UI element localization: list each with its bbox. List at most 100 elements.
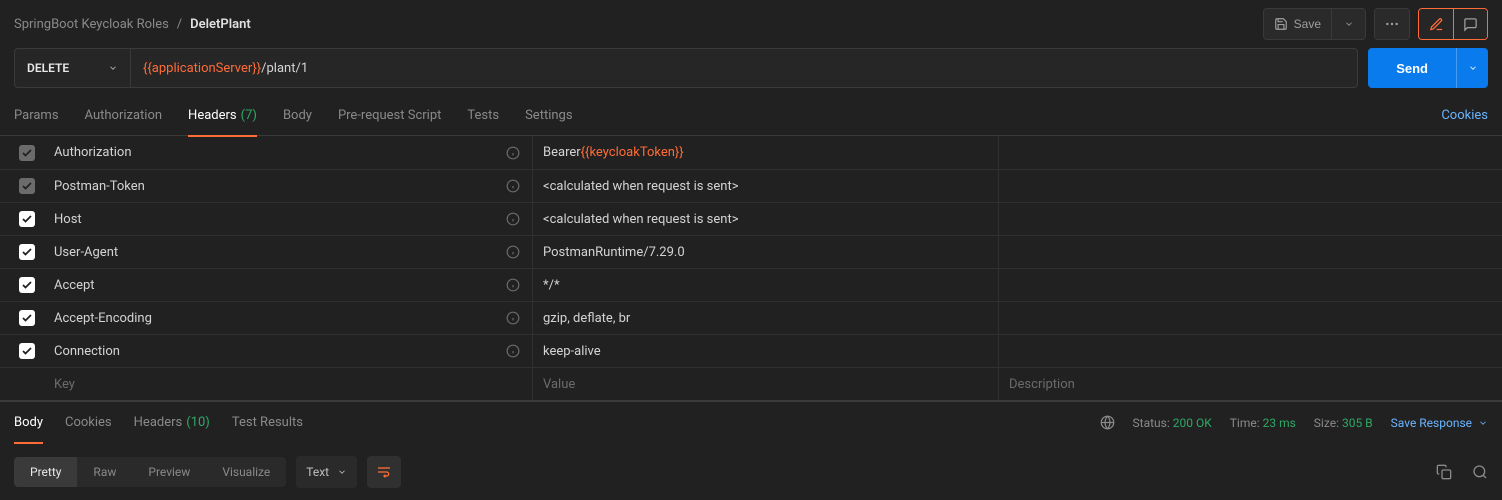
view-preview[interactable]: Preview (132, 457, 206, 487)
tab-params[interactable]: Params (14, 96, 59, 136)
save-response-button[interactable]: Save Response (1391, 416, 1488, 430)
header-value[interactable]: Bearer {{keycloakToken}} (532, 136, 998, 169)
row-checkbox[interactable] (19, 178, 35, 194)
resp-tab-headers-label: Headers (134, 415, 183, 430)
row-checkbox[interactable] (19, 244, 35, 260)
copy-button[interactable] (1436, 464, 1452, 480)
header-key[interactable]: Authorization (54, 145, 506, 160)
comments-button[interactable] (1453, 9, 1487, 39)
row-checkbox[interactable] (19, 211, 35, 227)
tab-authorization[interactable]: Authorization (85, 96, 163, 136)
header-key[interactable]: Connection (54, 344, 506, 359)
header-info-icon[interactable] (506, 179, 532, 193)
header-key[interactable]: Accept-Encoding (54, 311, 506, 326)
row-checkbox-cell (0, 178, 54, 194)
chevron-down-icon (337, 467, 347, 477)
header-value-prefix: Bearer (543, 145, 581, 160)
resp-tab-cookies[interactable]: Cookies (65, 402, 112, 444)
language-select[interactable]: Text (296, 456, 357, 488)
url-input[interactable]: {{applicationServer}}/plant/1 (131, 49, 1357, 87)
globe-icon[interactable] (1100, 415, 1115, 430)
request-tabs-row: Params Authorization Headers (7) Body Pr… (0, 96, 1502, 136)
row-checkbox-cell (0, 211, 54, 227)
tab-body[interactable]: Body (283, 96, 312, 136)
more-actions-button[interactable] (1375, 9, 1409, 39)
view-visualize[interactable]: Visualize (206, 457, 286, 487)
response-meta: Status: 200 OK Time: 23 ms Size: 305 B S… (1100, 415, 1488, 430)
send-group: Send (1368, 48, 1488, 88)
header-info-icon[interactable] (506, 245, 532, 259)
tab-tests[interactable]: Tests (467, 96, 499, 136)
header-key[interactable]: Host (54, 212, 506, 227)
resp-tab-test-results[interactable]: Test Results (232, 402, 303, 444)
header-key[interactable]: User-Agent (54, 245, 506, 260)
send-caret-button[interactable] (1456, 48, 1488, 88)
size-field: Size: 305 B (1314, 416, 1373, 430)
save-caret-button[interactable] (1331, 9, 1365, 39)
tab-headers[interactable]: Headers (7) (188, 96, 257, 136)
header-description[interactable] (998, 136, 1502, 169)
header-info-icon[interactable] (506, 278, 532, 292)
row-checkbox[interactable] (19, 145, 35, 161)
header-description[interactable] (998, 302, 1502, 334)
top-actions: Save (1263, 8, 1488, 40)
header-info-icon[interactable] (506, 146, 532, 160)
search-button[interactable] (1472, 464, 1488, 480)
right-tool-group (1418, 8, 1488, 40)
row-checkbox-cell (0, 145, 54, 161)
resp-tab-body[interactable]: Body (14, 402, 43, 444)
send-button[interactable]: Send (1368, 48, 1456, 88)
placeholder-value[interactable]: Value (532, 368, 998, 400)
row-checkbox[interactable] (19, 310, 35, 326)
header-description[interactable] (998, 203, 1502, 235)
tab-prerequest[interactable]: Pre-request Script (338, 96, 441, 136)
placeholder-key[interactable]: Key (54, 377, 506, 392)
resp-tab-headers-count: (10) (186, 415, 210, 430)
placeholder-description[interactable]: Description (998, 368, 1502, 400)
header-description[interactable] (998, 335, 1502, 367)
header-info-icon[interactable] (506, 344, 532, 358)
resp-tab-headers[interactable]: Headers (10) (134, 402, 210, 444)
header-description[interactable] (998, 170, 1502, 202)
comment-icon (1463, 17, 1478, 32)
chevron-down-icon (108, 63, 118, 73)
header-value[interactable]: PostmanRuntime/7.29.0 (532, 236, 998, 268)
row-checkbox[interactable] (19, 277, 35, 293)
method-value: DELETE (27, 61, 69, 75)
wrap-lines-button[interactable] (367, 456, 401, 488)
header-info-icon[interactable] (506, 311, 532, 325)
method-select[interactable]: DELETE (15, 49, 131, 87)
row-checkbox[interactable] (19, 343, 35, 359)
wrap-icon (376, 464, 392, 480)
header-key[interactable]: Accept (54, 278, 506, 293)
header-key[interactable]: Postman-Token (54, 179, 506, 194)
table-row-placeholder[interactable]: Key Value Description (0, 367, 1502, 400)
header-description[interactable] (998, 269, 1502, 301)
dots-horizontal-icon (1384, 16, 1400, 32)
header-description[interactable] (998, 236, 1502, 268)
header-value[interactable]: <calculated when request is sent> (532, 170, 998, 202)
view-left: Pretty Raw Preview Visualize Text (14, 456, 401, 488)
save-label: Save (1294, 17, 1321, 31)
header-info-icon[interactable] (506, 212, 532, 226)
save-button-group: Save (1263, 8, 1366, 40)
row-checkbox-cell (0, 277, 54, 293)
tab-settings[interactable]: Settings (525, 96, 572, 136)
header-value[interactable]: <calculated when request is sent> (532, 203, 998, 235)
copy-icon (1436, 464, 1452, 480)
edit-button[interactable] (1419, 9, 1453, 39)
save-button[interactable]: Save (1264, 9, 1331, 39)
breadcrumb-current: DeletPlant (190, 17, 251, 32)
table-row: Accept */* (0, 268, 1502, 301)
header-value[interactable]: gzip, deflate, br (532, 302, 998, 334)
row-checkbox-cell (0, 343, 54, 359)
header-value[interactable]: */* (532, 269, 998, 301)
header-value[interactable]: keep-alive (532, 335, 998, 367)
breadcrumb-separator: / (177, 17, 182, 32)
breadcrumb-collection[interactable]: SpringBoot Keycloak Roles (14, 17, 169, 32)
cookies-link[interactable]: Cookies (1441, 108, 1488, 123)
view-raw[interactable]: Raw (77, 457, 132, 487)
view-right (1436, 464, 1488, 480)
table-row: Postman-Token <calculated when request i… (0, 169, 1502, 202)
view-pretty[interactable]: Pretty (14, 457, 77, 487)
